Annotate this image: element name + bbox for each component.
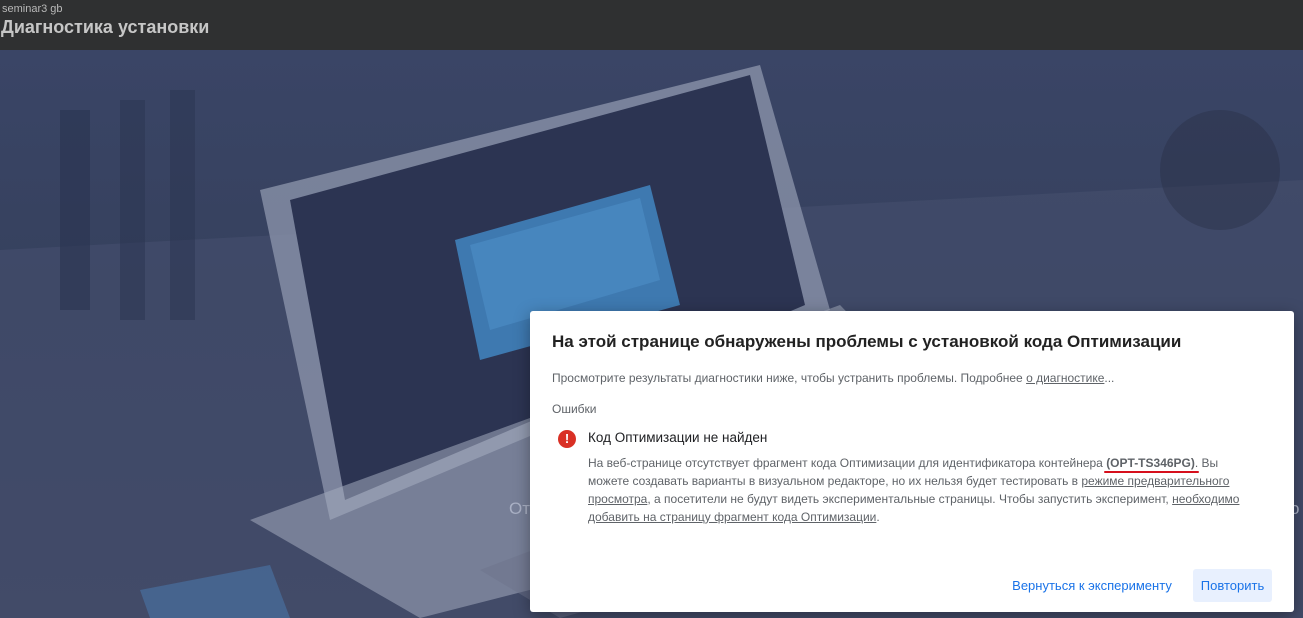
- retry-button[interactable]: Повторить: [1193, 569, 1272, 602]
- error-desc-part3: , а посетители не будут видеть экспериме…: [647, 492, 1173, 506]
- dialog-intro: Просмотрите результаты диагностики ниже,…: [552, 371, 1114, 385]
- account-name: seminar3 gb: [2, 3, 63, 15]
- intro-ellipsis: ...: [1104, 371, 1115, 385]
- installation-diagnostics-dialog: На этой странице обнаружены проблемы с у…: [530, 311, 1294, 612]
- errors-section-label: Ошибки: [552, 402, 597, 416]
- error-desc-part1: На веб-странице отсутствует фрагмент код…: [588, 456, 1107, 470]
- page-title: Диагностика установки: [1, 17, 210, 37]
- intro-text: Просмотрите результаты диагностики ниже,…: [552, 371, 1027, 385]
- back-to-experiment-button[interactable]: Вернуться к эксперименту: [1006, 569, 1178, 602]
- about-diagnostics-link[interactable]: о диагностике: [1026, 371, 1104, 385]
- dialog-title: На этой странице обнаружены проблемы с у…: [552, 332, 1182, 351]
- background-text-left: От: [509, 499, 531, 518]
- error-icon: !: [558, 430, 576, 448]
- error-desc-end: .: [876, 510, 880, 524]
- container-id: (OPT-TS346PG): [1106, 456, 1195, 470]
- top-bar: seminar3 gb Диагностика установки: [0, 0, 1303, 50]
- error-description: На веб-странице отсутствует фрагмент код…: [588, 454, 1258, 526]
- error-title: Код Оптимизации не найден: [588, 430, 768, 445]
